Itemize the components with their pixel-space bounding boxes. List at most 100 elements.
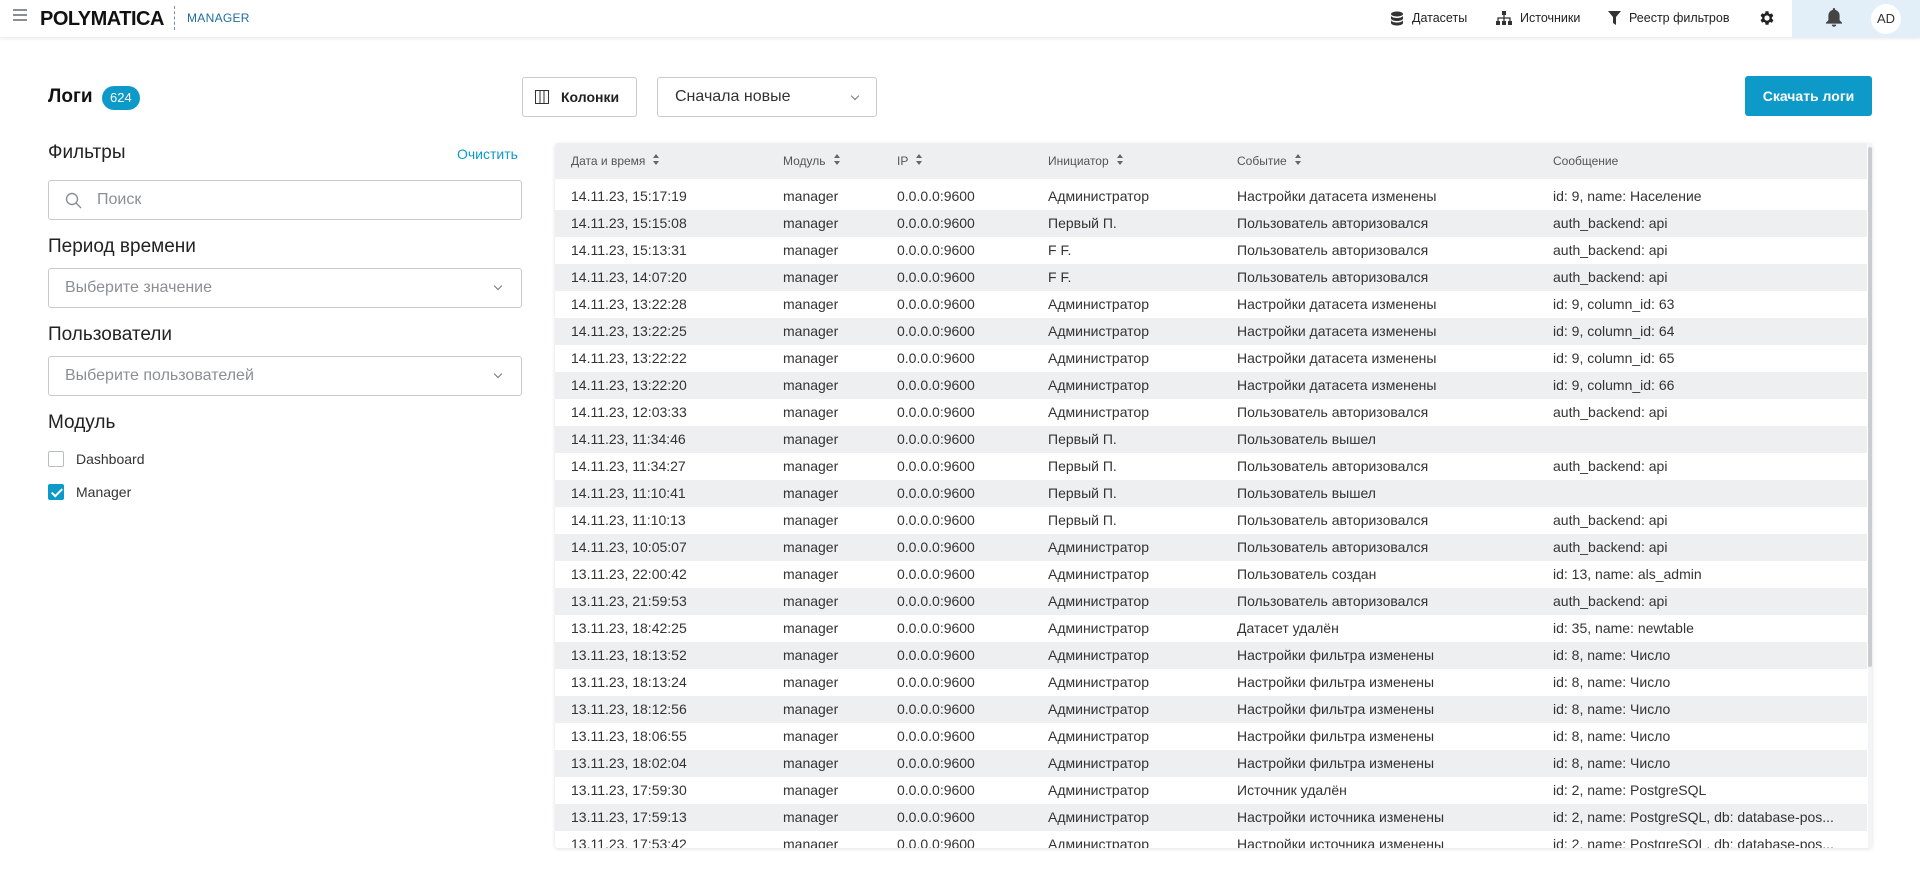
cell-ip: 0.0.0.0:9600 xyxy=(897,377,975,393)
cell-datetime: 13.11.23, 18:02:04 xyxy=(571,755,687,771)
cell-module: manager xyxy=(783,512,839,528)
cell-message: id: 8, name: Число xyxy=(1553,674,1671,690)
cell-event: Пользователь авторизовался xyxy=(1237,269,1429,285)
search-icon xyxy=(65,192,82,209)
cell-ip: 0.0.0.0:9600 xyxy=(897,431,975,447)
cell-ip: 0.0.0.0:9600 xyxy=(897,512,975,528)
nav-filter-registry[interactable]: Реестр фильтров xyxy=(1608,0,1729,36)
table-row[interactable]: 13.11.23, 18:12:56 manager 0.0.0.0:9600 Адм… xyxy=(555,696,1867,723)
table-row[interactable]: 13.11.23, 18:13:52 manager 0.0.0.0:9600 Адм… xyxy=(555,642,1867,669)
period-dropdown[interactable]: Выберите значение xyxy=(48,268,522,308)
download-logs-button[interactable]: Скачать логи xyxy=(1745,76,1872,116)
cell-event: Настройки датасета изменены xyxy=(1237,323,1437,339)
logs-count-badge: 624 xyxy=(102,86,140,110)
cell-initiator: Администратор xyxy=(1048,593,1150,609)
period-label: Период времени xyxy=(48,236,196,257)
cell-module: manager xyxy=(783,377,839,393)
cell-event: Настройки фильтра изменены xyxy=(1237,647,1435,663)
column-header-event[interactable]: Событие xyxy=(1237,143,1301,179)
table-row[interactable]: 14.11.23, 13:22:20 manager 0.0.0.0:9600 Адм… xyxy=(555,372,1867,399)
table-row[interactable]: 14.11.23, 13:22:28 manager 0.0.0.0:9600 Адм… xyxy=(555,291,1867,318)
cell-module: manager xyxy=(783,215,839,231)
table-row[interactable]: 14.11.23, 13:22:25 manager 0.0.0.0:9600 Адм… xyxy=(555,318,1867,345)
cell-datetime: 13.11.23, 22:00:42 xyxy=(571,566,687,582)
column-header-datetime[interactable]: Дата и время xyxy=(571,143,660,179)
cell-event: Настройки источника изменены xyxy=(1237,809,1445,825)
columns-button[interactable]: Колонки xyxy=(522,77,637,117)
cell-event: Настройки фильтра изменены xyxy=(1237,701,1435,717)
cell-initiator: Первый П. xyxy=(1048,458,1117,474)
module-checkbox-manager[interactable]: Manager xyxy=(48,483,131,501)
users-dropdown[interactable]: Выберите пользователей xyxy=(48,356,522,396)
scrollbar-thumb[interactable] xyxy=(1868,147,1872,667)
column-header-ip[interactable]: IP xyxy=(897,143,923,179)
cell-message: auth_backend: api xyxy=(1553,512,1668,528)
table-row[interactable]: 13.11.23, 21:59:53 manager 0.0.0.0:9600 Адм… xyxy=(555,588,1867,615)
bell-icon[interactable] xyxy=(1826,8,1842,27)
table-row[interactable]: 14.11.23, 11:10:41 manager 0.0.0.0:9600 Пер… xyxy=(555,480,1867,507)
clear-filters-link[interactable]: Очистить xyxy=(457,146,518,162)
cell-initiator: Администратор xyxy=(1048,296,1150,312)
cell-datetime: 14.11.23, 11:10:13 xyxy=(571,512,686,528)
table-row[interactable]: 13.11.23, 22:00:42 manager 0.0.0.0:9600 Адм… xyxy=(555,561,1867,588)
table-row[interactable]: 14.11.23, 13:22:22 manager 0.0.0.0:9600 Адм… xyxy=(555,345,1867,372)
cell-ip: 0.0.0.0:9600 xyxy=(897,458,975,474)
gear-icon[interactable] xyxy=(1758,9,1776,27)
cell-initiator: Администратор xyxy=(1048,701,1150,717)
cell-module: manager xyxy=(783,755,839,771)
nav-datasets[interactable]: Датасеты xyxy=(1390,0,1467,36)
hamburger-menu-icon[interactable] xyxy=(13,9,27,21)
column-header-initiator[interactable]: Инициатор xyxy=(1048,143,1123,179)
table-scrollbar[interactable] xyxy=(1868,143,1872,848)
cell-datetime: 13.11.23, 18:42:25 xyxy=(571,620,687,636)
cell-message: auth_backend: api xyxy=(1553,539,1668,555)
table-row[interactable]: 14.11.23, 11:10:13 manager 0.0.0.0:9600 Пер… xyxy=(555,507,1867,534)
cell-event: Настройки датасета изменены xyxy=(1237,188,1437,204)
nav-sources[interactable]: Источники xyxy=(1496,0,1580,36)
filters-title: Фильтры xyxy=(48,142,126,163)
cell-initiator: Администратор xyxy=(1048,755,1150,771)
cell-event: Настройки фильтра изменены xyxy=(1237,728,1435,744)
cell-module: manager xyxy=(783,809,839,825)
cell-message: auth_backend: api xyxy=(1553,269,1668,285)
table-row[interactable]: 14.11.23, 11:34:46 manager 0.0.0.0:9600 Пер… xyxy=(555,426,1867,453)
cell-initiator: Администратор xyxy=(1048,836,1150,848)
cell-event: Источник удалён xyxy=(1237,782,1347,798)
table-row[interactable]: 13.11.23, 18:42:25 manager 0.0.0.0:9600 Адм… xyxy=(555,615,1867,642)
table-row[interactable]: 14.11.23, 15:13:31 manager 0.0.0.0:9600 F F… xyxy=(555,237,1867,264)
table-row[interactable]: 13.11.23, 18:02:04 manager 0.0.0.0:9600 Адм… xyxy=(555,750,1867,777)
table-row[interactable]: 14.11.23, 15:17:19 manager 0.0.0.0:9600 Адм… xyxy=(555,183,1867,210)
table-row[interactable]: 13.11.23, 18:13:24 manager 0.0.0.0:9600 Адм… xyxy=(555,669,1867,696)
checkbox[interactable] xyxy=(48,451,64,467)
cell-datetime: 13.11.23, 17:53:42 xyxy=(571,836,687,848)
cell-ip: 0.0.0.0:9600 xyxy=(897,350,975,366)
cell-ip: 0.0.0.0:9600 xyxy=(897,242,975,258)
sort-select[interactable]: Сначала новые xyxy=(657,77,877,117)
cell-module: manager xyxy=(783,620,839,636)
period-dropdown-placeholder: Выберите значение xyxy=(65,279,213,296)
column-header-module[interactable]: Модуль xyxy=(783,143,840,179)
table-row[interactable]: 14.11.23, 12:03:33 manager 0.0.0.0:9600 Адм… xyxy=(555,399,1867,426)
chevron-down-icon xyxy=(850,91,860,101)
logo[interactable]: POLYMATICA xyxy=(40,8,164,31)
avatar[interactable]: AD xyxy=(1871,4,1901,34)
cell-ip: 0.0.0.0:9600 xyxy=(897,323,975,339)
search-input[interactable] xyxy=(97,181,507,219)
table-row[interactable]: 14.11.23, 11:34:27 manager 0.0.0.0:9600 Пер… xyxy=(555,453,1867,480)
table-row[interactable]: 13.11.23, 17:59:13 manager 0.0.0.0:9600 Адм… xyxy=(555,804,1867,831)
chevron-down-icon xyxy=(493,369,503,379)
cell-ip: 0.0.0.0:9600 xyxy=(897,269,975,285)
module-checkbox-dashboard[interactable]: Dashboard xyxy=(48,450,145,468)
table-row[interactable]: 14.11.23, 10:05:07 manager 0.0.0.0:9600 Адм… xyxy=(555,534,1867,561)
cell-event: Настройки фильтра изменены xyxy=(1237,755,1435,771)
checkbox-checked[interactable] xyxy=(48,484,64,500)
table-row[interactable]: 14.11.23, 15:15:08 manager 0.0.0.0:9600 Пер… xyxy=(555,210,1867,237)
cell-event: Настройки фильтра изменены xyxy=(1237,674,1435,690)
top-header: POLYMATICA MANAGER Датасеты Источники Ре… xyxy=(0,0,1920,38)
table-row[interactable]: 13.11.23, 17:53:42 manager 0.0.0.0:9600 Адм… xyxy=(555,831,1867,848)
table-row[interactable]: 13.11.23, 18:06:55 manager 0.0.0.0:9600 Адм… xyxy=(555,723,1867,750)
table-row[interactable]: 13.11.23, 17:59:30 manager 0.0.0.0:9600 Адм… xyxy=(555,777,1867,804)
table-row[interactable]: 14.11.23, 14:07:20 manager 0.0.0.0:9600 F F… xyxy=(555,264,1867,291)
cell-ip: 0.0.0.0:9600 xyxy=(897,782,975,798)
cell-ip: 0.0.0.0:9600 xyxy=(897,404,975,420)
